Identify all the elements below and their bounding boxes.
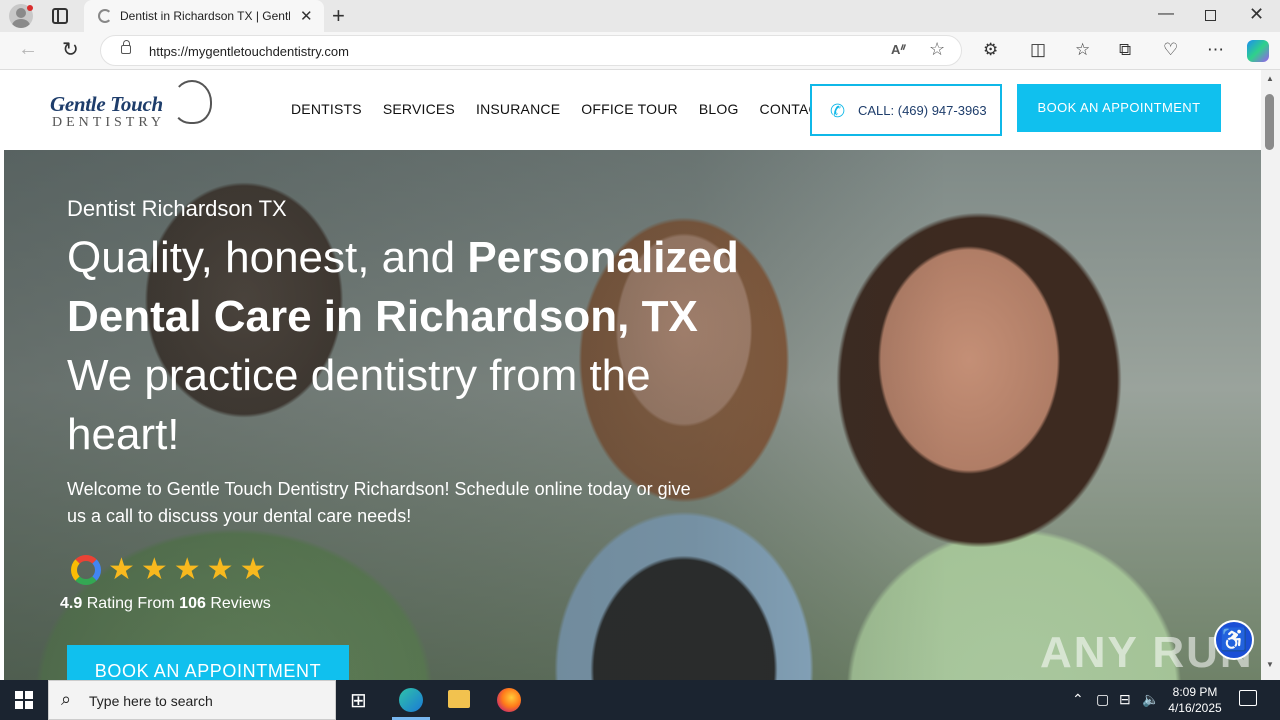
taskbar-search[interactable]: ⌕ Type here to search <box>48 680 336 720</box>
notification-dot <box>27 5 33 11</box>
rating-text: 4.9 Rating From 106 Reviews <box>60 595 271 613</box>
window-minimize-icon[interactable]: — <box>1158 5 1174 23</box>
extensions-icon[interactable]: ⚙ <box>983 40 998 60</box>
read-aloud-icon[interactable]: Aᐥ <box>891 42 906 58</box>
rating-stars: ★★★★★ <box>108 553 273 586</box>
phone-icon: ✆ <box>830 101 846 121</box>
nav-blog[interactable]: BLOG <box>699 101 739 117</box>
hero-intro: Welcome to Gentle Touch Dentistry Richar… <box>67 479 691 526</box>
tooth-logo-icon <box>172 80 212 124</box>
back-arrow-icon[interactable]: ← <box>18 38 38 61</box>
taskbar-clock[interactable]: 8:09 PM 4/16/2025 <box>1160 684 1230 716</box>
address-bar[interactable]: https://mygentletouchdentistry.com Aᐥ ☆ <box>100 35 962 66</box>
hero-eyebrow: Dentist Richardson TX <box>67 196 287 221</box>
tab-title: Dentist in Richardson TX | Gentle <box>120 9 290 23</box>
hero-headline: Quality, honest, and Personalized Dental… <box>67 228 767 464</box>
tab-loading-icon <box>98 9 112 23</box>
nav-insurance[interactable]: INSURANCE <box>476 101 560 117</box>
favorite-star-icon[interactable]: ☆ <box>929 39 945 60</box>
split-screen-icon[interactable]: ◫ <box>1030 40 1046 60</box>
rating-mid: Rating From <box>82 595 180 612</box>
more-menu-icon[interactable]: ⋯ <box>1207 40 1224 60</box>
new-tab-icon[interactable]: + <box>332 3 345 29</box>
windows-start-icon[interactable] <box>15 691 33 709</box>
taskbar: ⌕ Type here to search ⊞ ⌃ ▢ ⊟ 🔈 8:09 PM … <box>0 680 1280 720</box>
logo-main-text: Gentle Touch <box>50 92 163 116</box>
clock-date: 4/16/2025 <box>1168 701 1222 715</box>
main-nav: DENTISTS SERVICES INSURANCE OFFICE TOUR … <box>291 101 849 117</box>
tray-device-icon[interactable]: ▢ <box>1096 691 1109 708</box>
search-icon: ⌕ <box>61 689 72 709</box>
edge-browser-icon[interactable] <box>399 688 423 712</box>
tab-actions-icon[interactable] <box>52 8 68 24</box>
book-appointment-hero-button[interactable]: BOOK AN APPOINTMENT <box>67 645 349 680</box>
hero-banner: Dentist Richardson TX Quality, honest, a… <box>4 150 1261 680</box>
browser-tab-bar: Dentist in Richardson TX | Gentle ✕ + — … <box>0 0 1280 32</box>
headline-plain: Quality, honest, and <box>67 233 468 282</box>
browser-tab[interactable]: Dentist in Richardson TX | Gentle ✕ <box>84 0 324 32</box>
scroll-thumb[interactable] <box>1265 94 1274 150</box>
task-view-icon[interactable]: ⊞ <box>350 688 367 713</box>
page-scrollbar[interactable]: ▲ ▼ <box>1261 70 1280 680</box>
clock-time: 8:09 PM <box>1172 685 1218 699</box>
headline-tail: We practice dentistry from the heart! <box>67 351 651 459</box>
rating-count: 106 <box>179 595 206 612</box>
collections-icon[interactable]: ⧉ <box>1119 40 1131 60</box>
scroll-up-icon[interactable]: ▲ <box>1266 74 1274 83</box>
network-icon[interactable]: ⊟ <box>1119 691 1131 708</box>
google-icon <box>71 555 101 585</box>
tab-close-icon[interactable]: ✕ <box>300 7 313 25</box>
copilot-icon[interactable] <box>1247 40 1269 62</box>
accessibility-icon[interactable]: ♿ <box>1214 620 1254 660</box>
favorites-icon[interactable]: ☆ <box>1075 40 1090 60</box>
firefox-icon[interactable] <box>497 688 521 712</box>
browser-essentials-icon[interactable]: ♡ <box>1163 40 1178 60</box>
lock-icon[interactable] <box>121 40 131 54</box>
nav-office-tour[interactable]: OFFICE TOUR <box>581 101 678 117</box>
logo-sub-text: DENTISTRY <box>52 115 165 130</box>
volume-icon[interactable]: 🔈 <box>1142 691 1159 708</box>
url-text[interactable]: https://mygentletouchdentistry.com <box>149 44 349 59</box>
taskbar-search-placeholder: Type here to search <box>89 693 213 709</box>
book-appointment-header-button[interactable]: BOOK AN APPOINTMENT <box>1017 84 1221 132</box>
window-restore-icon[interactable] <box>1205 10 1216 21</box>
nav-dentists[interactable]: DENTISTS <box>291 101 362 117</box>
browser-toolbar: ← ↻ https://mygentletouchdentistry.com A… <box>0 32 1280 70</box>
reload-icon[interactable]: ↻ <box>62 37 79 62</box>
call-button[interactable]: ✆ CALL: (469) 947-3963 <box>810 84 1002 136</box>
call-button-label: CALL: (469) 947-3963 <box>858 103 987 118</box>
tray-overflow-icon[interactable]: ⌃ <box>1072 691 1084 708</box>
rating-tail: Reviews <box>205 595 271 612</box>
notifications-icon[interactable] <box>1239 690 1257 706</box>
window-close-icon[interactable]: ✕ <box>1249 4 1264 25</box>
rating-value: 4.9 <box>60 595 83 612</box>
site-logo[interactable]: Gentle Touch DENTISTRY <box>48 78 218 138</box>
nav-services[interactable]: SERVICES <box>383 101 455 117</box>
scroll-down-icon[interactable]: ▼ <box>1266 660 1274 669</box>
site-header: Gentle Touch DENTISTRY DENTISTS SERVICES… <box>4 70 1261 150</box>
file-explorer-icon[interactable] <box>448 690 470 708</box>
page-viewport: Gentle Touch DENTISTRY DENTISTS SERVICES… <box>0 70 1280 680</box>
